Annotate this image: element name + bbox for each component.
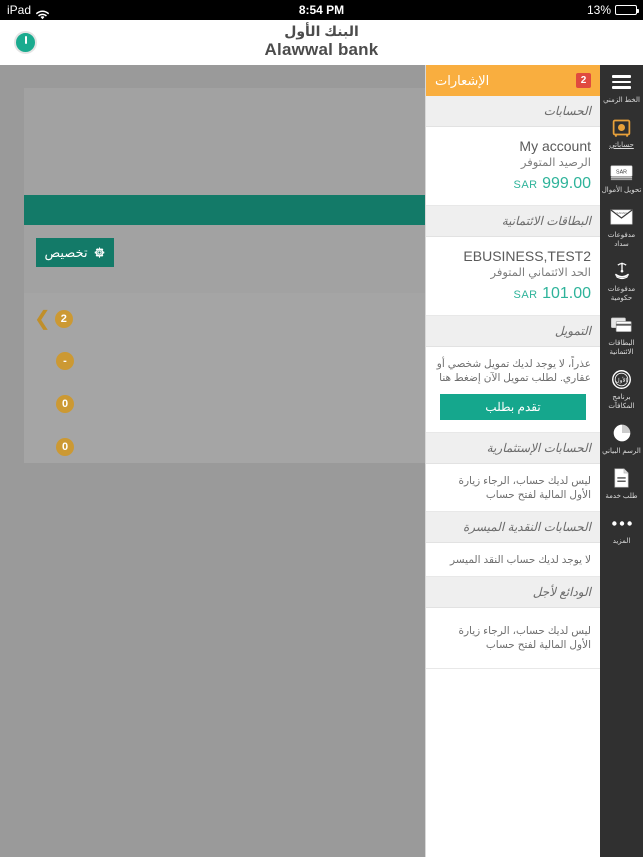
easy-cash-section-body: لا يوجد لديك حساب النقد الميسر xyxy=(426,543,600,577)
notifications-count-badge: 2 xyxy=(576,73,591,88)
section-heading-easy-cash: الحسابات النقدية الميسرة xyxy=(426,512,600,543)
card-limit-label: الحد الائتماني المتوفر xyxy=(490,267,591,279)
badge-row-1[interactable]: ❮ 2 xyxy=(34,309,73,329)
svg-text:الأول: الأول xyxy=(616,374,628,383)
sidebar-item-label: تحويل الأموال xyxy=(601,187,642,194)
app-header: البنك الأول Alawwal bank xyxy=(0,20,643,65)
sidebar-item-label: البطاقات الائتمانية xyxy=(608,340,635,356)
sidebar-item-label: مدفوعات سداد xyxy=(607,232,636,248)
investment-accounts-section-body: ليس لديك حساب، الرجاء زيارة الأول المالي… xyxy=(426,464,600,512)
count-badge[interactable]: 0 xyxy=(56,395,74,413)
battery-icon xyxy=(615,5,639,15)
badge-row-2[interactable]: - xyxy=(56,352,74,370)
sidebar-item-sadad-payments[interactable]: SADAD مدفوعات سداد xyxy=(600,200,643,254)
investment-accounts-note: ليس لديك حساب، الرجاء زيارة الأول المالي… xyxy=(458,475,591,501)
card-limit-amount: SAR 101.00 xyxy=(435,283,591,306)
account-balance-amount: SAR 999.00 xyxy=(435,173,591,196)
status-bar-right: 13% xyxy=(586,0,639,20)
sidebar-item-label: حساباتي xyxy=(609,142,634,149)
svg-text:SADAD: SADAD xyxy=(616,210,627,214)
notifications-panel: 2 الإشعارات الحسابات My account الرصيد ا… xyxy=(425,65,600,857)
bank-logo: البنك الأول Alawwal bank xyxy=(0,23,643,59)
hamburger-menu-icon xyxy=(601,71,642,93)
section-heading-credit-cards: البطاقات الائتمانية xyxy=(426,206,600,237)
sidebar-item-label: المزيد xyxy=(612,538,631,545)
account-balance-label: الرصيد المتوفر xyxy=(520,157,591,169)
sidebar-item-credit-cards[interactable]: البطاقات الائتمانية xyxy=(600,308,643,362)
government-emblem-icon xyxy=(601,260,642,282)
accounts-section-body[interactable]: My account الرصيد المتوفر SAR 999.00 xyxy=(426,127,600,206)
sidebar-item-government-payments[interactable]: مدفوعات حكومية xyxy=(600,254,643,308)
currency-code: SAR xyxy=(513,289,538,301)
sidebar-item-money-transfer[interactable]: SAR تحويل الأموال xyxy=(600,155,643,200)
pie-chart-icon xyxy=(601,422,642,444)
ios-status-bar: iPad 8:54 PM 13% xyxy=(0,0,643,20)
sidebar-item-label: الخط الزمني xyxy=(603,97,640,104)
account-name: My account xyxy=(519,138,591,154)
customize-button[interactable]: تخصيص xyxy=(36,238,114,267)
customize-button-label: تخصيص xyxy=(44,244,88,260)
sidebar-item-rewards-program[interactable]: الأول برنامج المكافآت xyxy=(600,362,643,416)
section-heading-investment-accounts: الحسابات الإستثمارية xyxy=(426,433,600,464)
amount-value: 101.00 xyxy=(542,285,591,302)
battery-percent-label: 13% xyxy=(586,3,611,17)
sidebar-item-service-request[interactable]: طلب خدمة xyxy=(600,461,643,506)
app-root: iPad 8:54 PM 13% البنك الأول Alawwal ban… xyxy=(0,0,643,857)
count-badge[interactable]: 0 xyxy=(56,438,74,456)
amount-value: 999.00 xyxy=(542,175,591,192)
section-heading-financing: التمويل xyxy=(426,316,600,347)
logo-arabic-text: البنك الأول xyxy=(284,23,359,39)
section-heading-term-deposits: الودائع لأجل xyxy=(426,577,600,608)
sidebar-item-charts[interactable]: الرسم البياني xyxy=(600,416,643,461)
term-deposits-note: ليس لديك حساب، الرجاء زيارة الأول المالي… xyxy=(458,625,591,651)
financing-section-body: عذراً، لا يوجد لديك تمويل شخصي أو عقاري.… xyxy=(426,347,600,433)
sidebar-item-label: برنامج المكافآت xyxy=(608,394,635,410)
envelope-payments-icon: SADAD xyxy=(601,206,642,228)
notifications-title: الإشعارات xyxy=(435,72,490,88)
count-badge[interactable]: 2 xyxy=(54,310,73,328)
panel-empty-tail xyxy=(426,669,600,857)
count-badge[interactable]: - xyxy=(56,352,74,370)
chevron-left-icon[interactable]: ❮ xyxy=(34,309,51,329)
term-deposits-section-body: ليس لديك حساب، الرجاء زيارة الأول المالي… xyxy=(426,608,600,669)
sidebar-item-more[interactable]: المزيد xyxy=(600,506,643,551)
badge-row-4[interactable]: 0 xyxy=(56,438,74,456)
apply-for-financing-button[interactable]: تقدم بطلب xyxy=(440,394,586,420)
sidebar-item-label: مدفوعات حكومية xyxy=(607,286,636,302)
logo-english-text: Alawwal bank xyxy=(264,40,379,59)
money-transfer-icon: SAR xyxy=(601,161,642,183)
section-heading-accounts: الحسابات xyxy=(426,96,600,127)
svg-text:SAR: SAR xyxy=(616,169,627,175)
easy-cash-note: لا يوجد لديك حساب النقد الميسر xyxy=(450,554,591,566)
sidebar-item-label: طلب خدمة xyxy=(605,493,638,500)
sidebar-item-my-accounts[interactable]: حساباتي xyxy=(600,110,643,155)
status-bar-time: 8:54 PM xyxy=(298,3,345,17)
right-sidebar: الخط الزمني حساباتي SAR تحويل الأموال SA… xyxy=(600,65,643,857)
notifications-header[interactable]: 2 الإشعارات xyxy=(426,65,600,96)
credit-cards-section-body[interactable]: EBUSINESS,TEST2 الحد الائتماني المتوفر S… xyxy=(426,237,600,316)
rewards-seal-icon: الأول xyxy=(601,368,642,390)
sidebar-item-label: الرسم البياني xyxy=(602,448,641,455)
financing-note: عذراً، لا يوجد لديك تمويل شخصي أو عقاري.… xyxy=(436,358,591,384)
sidebar-item-timeline[interactable]: الخط الزمني xyxy=(600,65,643,110)
currency-code: SAR xyxy=(513,179,538,191)
credit-cards-icon xyxy=(601,314,642,336)
more-dots-icon xyxy=(601,512,642,534)
document-request-icon xyxy=(601,467,642,489)
badge-row-3[interactable]: 0 xyxy=(56,395,74,413)
card-name: EBUSINESS,TEST2 xyxy=(463,248,591,264)
safe-vault-icon xyxy=(601,116,642,138)
gear-icon xyxy=(93,246,106,259)
